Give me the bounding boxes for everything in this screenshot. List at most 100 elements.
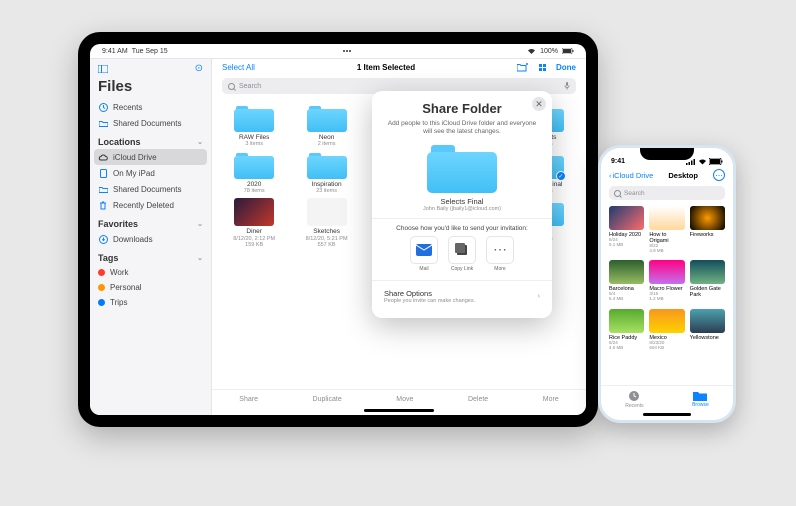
grid-item[interactable]: Rice Paddy6/244.0 MB [609,309,644,351]
folder-icon [693,390,707,401]
ipad-status-bar: 9:41 AM Tue Sep 15 100% [90,44,586,58]
close-button[interactable]: ✕ [532,97,546,111]
link-icon [448,236,476,264]
grid-item[interactable]: How to Origami8/224.9 MB [649,206,684,254]
grid-item[interactable]: Fireworks [690,206,725,254]
delete-button[interactable]: Delete [468,396,488,403]
sidebar-toggle-icon[interactable] [98,65,108,73]
mic-icon[interactable] [564,82,570,90]
sidebar-item-shared[interactable]: Shared Documents [90,115,211,131]
file-thumbnail [649,206,684,230]
ellipsis-icon[interactable]: ⊙ [195,63,203,74]
grid-item[interactable]: Sketches8/12/20, 5:21 PM557 KB [294,198,358,247]
new-folder-icon[interactable] [517,63,529,72]
home-indicator[interactable] [643,413,691,416]
tag-label: Personal [110,283,142,292]
folder-icon [307,104,347,132]
sidebar-section-tags[interactable]: Tags⌄ [90,247,211,265]
clock-icon [628,390,640,402]
sidebar-tag-trips[interactable]: Trips [90,295,211,310]
sidebar-item-icloud[interactable]: iCloud Drive [94,149,207,165]
file-thumbnail [234,198,274,226]
grid-view-icon[interactable] [539,64,546,71]
sidebar-item-onmyipad[interactable]: On My iPad [90,165,211,181]
sheet-email: John Baily (jbaily1@icloud.com) [384,206,540,212]
item-meta: 6/245.1 MB [609,238,644,248]
sheet-title: Share Folder [384,101,540,116]
chevron-down-icon: ⌄ [197,254,203,262]
share-action-mail[interactable]: Mail [408,236,440,272]
grid-item[interactable]: Macro Flower3/161.2 MB [649,260,684,303]
chevron-down-icon: ⌄ [197,220,203,228]
grid-item[interactable]: Golden Gate Park [690,260,725,303]
item-meta: 78 items [244,188,265,194]
tab-recents[interactable]: Recents [625,390,643,409]
file-thumbnail [609,260,644,284]
multitask-dots[interactable] [343,50,351,52]
grid-item[interactable]: 202078 items [222,151,286,194]
grid-item[interactable]: RAW Files3 items [222,104,286,147]
nav-title: Desktop [668,171,698,180]
wifi-icon [698,159,707,165]
share-action-link[interactable]: Copy Link [446,236,478,272]
tag-dot-icon [98,284,105,291]
sidebar-item-shared-docs[interactable]: Shared Documents [90,181,211,197]
bottom-toolbar: Share Duplicate Move Delete More [212,389,586,407]
share-options-title: Share Options [384,289,475,298]
sidebar-section-favorites[interactable]: Favorites⌄ [90,213,211,231]
share-options-sub: People you invite can make changes. [384,298,475,304]
folder-icon [98,184,108,194]
download-icon [98,234,108,244]
file-thumbnail [609,309,644,333]
iphone-tab-bar: Recents Browse [601,385,733,411]
search-input[interactable]: Search [609,186,725,200]
status-time: 9:41 AM [102,48,128,55]
sidebar-item-downloads[interactable]: Downloads [90,231,211,247]
status-date: Tue Sep 15 [132,48,168,55]
back-button[interactable]: ‹iCloud Drive [609,171,653,180]
ellipsis-icon[interactable]: ⋯ [713,169,725,181]
item-meta: 8/12/20, 2:12 PM159 KB [233,236,275,248]
tag-label: Trips [110,298,127,307]
file-thumbnail [690,260,725,284]
grid-item[interactable]: Neon2 items [294,104,358,147]
sidebar-tag-work[interactable]: Work [90,265,211,280]
share-options-row[interactable]: Share Options People you invite can make… [384,285,540,308]
folder-shared-icon [98,118,108,128]
battery-icon [709,158,723,165]
grid-item[interactable]: Inspiration23 items [294,151,358,194]
tab-browse[interactable]: Browse [692,390,709,409]
sidebar-item-trash[interactable]: Recently Deleted [90,197,211,213]
sidebar-item-recents[interactable]: Recents [90,99,211,115]
files-main: Select All 1 Item Selected Done Search R… [212,59,586,415]
sheet-choose-label: Choose how you'd like to send your invit… [384,225,540,232]
item-meta: 8/23/20604 KB [649,341,684,351]
grid-item[interactable]: Mexico8/23/20604 KB [649,309,684,351]
share-action-more[interactable]: ⋯More [484,236,516,272]
file-thumbnail [690,206,725,230]
battery-icon [562,48,574,54]
grid-item[interactable]: Yellowstone [690,309,725,351]
move-button[interactable]: Move [396,396,413,403]
item-meta: 6/244.0 MB [609,341,644,351]
search-placeholder: Search [239,83,261,90]
select-all-button[interactable]: Select All [222,63,255,72]
home-indicator[interactable] [364,409,434,412]
done-button[interactable]: Done [556,63,576,72]
item-name: 2020 [247,181,261,188]
iphone-device: 9:41 ‹iCloud Drive Desktop ⋯ Search Holi… [598,145,736,423]
toolbar: Select All 1 Item Selected Done [212,59,586,76]
grid-item[interactable]: Diner8/12/20, 2:12 PM159 KB [222,198,286,247]
share-button[interactable]: Share [239,396,258,403]
sidebar-section-locations[interactable]: Locations⌄ [90,131,211,149]
folder-icon [307,151,347,179]
more-button[interactable]: More [543,396,559,403]
iphone-grid: Holiday 20206/245.1 MBHow to Origami8/22… [601,202,733,385]
grid-item[interactable]: Barcelona5/45.4 MB [609,260,644,303]
cloud-icon [98,152,108,162]
grid-item[interactable]: Holiday 20206/245.1 MB [609,206,644,254]
duplicate-button[interactable]: Duplicate [313,396,342,403]
cellular-icon [686,159,696,165]
ipad-screen: 9:41 AM Tue Sep 15 100% ⊙ Files Recents [90,44,586,415]
sidebar-tag-personal[interactable]: Personal [90,280,211,295]
